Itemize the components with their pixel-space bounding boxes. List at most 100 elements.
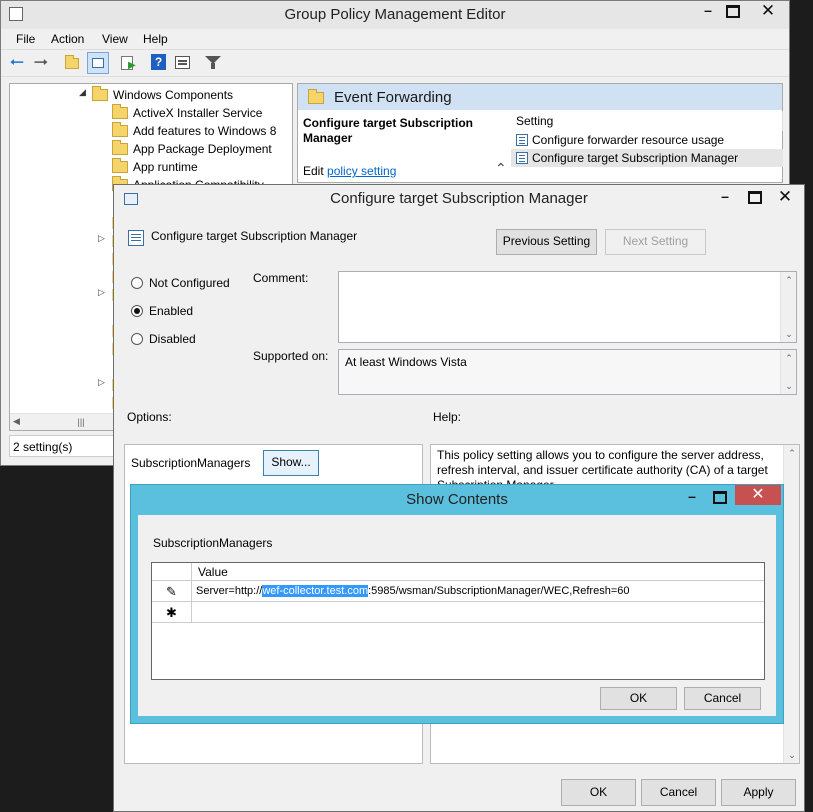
show-contents-dialog: Show Contents – ✕ SubscriptionManagers V… (130, 484, 784, 724)
policy-name: Configure target Subscription Manager (303, 116, 474, 145)
folder-icon (308, 89, 329, 105)
back-arrow-icon[interactable]: 🠀 (10, 54, 28, 72)
sc-cancel-button[interactable]: Cancel (684, 687, 761, 710)
folder-icon (112, 122, 128, 137)
edit-policy: Edit policy setting (303, 164, 396, 178)
scroll-up-icon[interactable]: ⌃ (781, 272, 797, 288)
gpme-titlebar[interactable]: Group Policy Management Editor – ✕ (1, 1, 789, 29)
collapsed-arrow-icon[interactable]: ▷ (98, 287, 105, 298)
new-row-asterisk-icon: ✱ (152, 602, 192, 623)
radio-disabled[interactable]: Disabled (131, 332, 196, 346)
folder-icon (112, 140, 128, 155)
tree-item-app-package[interactable]: App Package Deployment (112, 140, 272, 158)
values-grid[interactable]: Value ✎ Server=http://wef-collector.test… (151, 562, 765, 680)
comment-label: Comment: (253, 271, 309, 285)
menu-file[interactable]: File (16, 32, 35, 46)
comment-scrollbar[interactable]: ⌃ ⌄ (780, 272, 796, 342)
menu-view[interactable]: View (102, 32, 128, 46)
dialog-maximize-button[interactable] (738, 187, 772, 207)
previous-setting-button[interactable]: Previous Setting (496, 229, 597, 255)
tree-item-activex[interactable]: ActiveX Installer Service (112, 104, 262, 122)
comment-textarea[interactable]: ⌃ ⌄ (338, 271, 797, 343)
dialog-minimize-button[interactable]: – (708, 187, 742, 207)
supported-field: At least Windows Vista ⌃ ⌄ (338, 349, 797, 395)
setting-row-selected[interactable]: Configure target Subscription Manager (511, 149, 783, 167)
sc-minimize-button[interactable]: – (679, 487, 705, 507)
radio-icon (131, 277, 143, 289)
grid-header: Value (152, 563, 764, 581)
setting-icon (516, 133, 533, 147)
grid-new-row[interactable]: ✱ (152, 602, 764, 623)
pane-title: Event Forwarding (334, 89, 452, 106)
scroll-thumb[interactable]: ||| (70, 417, 92, 427)
show-contents-body: SubscriptionManagers Value ✎ Server=http… (138, 515, 776, 716)
cancel-button[interactable]: Cancel (641, 779, 716, 806)
filter-icon[interactable] (204, 54, 222, 72)
supported-label: Supported on: (253, 349, 329, 363)
radio-not-configured[interactable]: Not Configured (131, 276, 230, 290)
tree-item-app-runtime[interactable]: App runtime (112, 158, 198, 176)
show-button[interactable]: Show... (263, 450, 319, 476)
close-button[interactable]: ✕ (745, 1, 791, 21)
policy-dialog-titlebar[interactable]: Configure target Subscription Manager – … (114, 185, 804, 213)
policy-heading-icon (128, 230, 144, 246)
export-list-icon[interactable]: ▶ (119, 54, 137, 72)
policy-heading: Configure target Subscription Manager (151, 229, 358, 243)
expand-arrow-icon[interactable]: ◢ (79, 87, 86, 98)
option-name-label: SubscriptionManagers (131, 456, 251, 470)
folder-icon (112, 158, 128, 173)
ok-button[interactable]: OK (561, 779, 636, 806)
show-hide-tree-icon[interactable] (87, 52, 109, 74)
status-text: 2 setting(s) (13, 440, 73, 454)
row-header-corner (152, 563, 192, 581)
collapse-up-icon[interactable]: ⌃ (495, 160, 507, 177)
policy-dialog-title: Configure target Subscription Manager (330, 190, 588, 207)
gpme-title: Group Policy Management Editor (284, 6, 506, 23)
scroll-down-icon[interactable]: ⌄ (781, 378, 797, 394)
radio-enabled[interactable]: Enabled (131, 304, 193, 318)
supported-value: At least Windows Vista (345, 355, 467, 369)
event-forwarding-header: Event Forwarding (298, 84, 782, 110)
dialog-close-button[interactable]: ✕ (768, 187, 802, 207)
show-contents-titlebar[interactable]: Show Contents – ✕ (131, 485, 783, 513)
sc-close-button[interactable]: ✕ (735, 485, 781, 505)
selected-text: wef-collector.test.com (262, 585, 369, 597)
menu-help[interactable]: Help (143, 32, 168, 46)
scroll-up-icon[interactable]: ⌃ (781, 350, 797, 366)
tree-item-add-features[interactable]: Add features to Windows 8 (112, 122, 276, 140)
scroll-up-icon[interactable]: ⌃ (784, 445, 799, 461)
show-contents-label: SubscriptionManagers (153, 536, 273, 550)
help-icon[interactable]: ? (151, 54, 166, 70)
folder-icon (92, 86, 108, 101)
grid-row[interactable]: ✎ Server=http://wef-collector.test.com:5… (152, 581, 764, 602)
scroll-down-icon[interactable]: ⌄ (784, 747, 799, 763)
scroll-left-icon[interactable]: ◀ (13, 416, 20, 427)
folder-icon (112, 104, 128, 119)
collapsed-arrow-icon[interactable]: ▷ (98, 233, 105, 244)
menu-bar: File Action View Help (1, 29, 789, 49)
sc-ok-button[interactable]: OK (600, 687, 677, 710)
forward-arrow-icon[interactable]: 🠂 (34, 54, 52, 72)
sc-maximize-button[interactable] (707, 487, 733, 507)
radio-icon (131, 333, 143, 345)
properties-icon[interactable] (174, 54, 192, 72)
edit-prefix: Edit (303, 164, 324, 178)
supported-scrollbar[interactable]: ⌃ ⌄ (780, 350, 796, 394)
scroll-down-icon[interactable]: ⌄ (781, 326, 797, 342)
value-column-header[interactable]: Value (198, 565, 228, 579)
up-folder-icon[interactable] (65, 54, 83, 72)
next-setting-button[interactable]: Next Setting (605, 229, 706, 255)
tree-item-windows-components[interactable]: Windows Components (92, 86, 233, 104)
menu-action[interactable]: Action (51, 32, 84, 46)
policy-setting-link[interactable]: policy setting (327, 164, 396, 178)
collapsed-arrow-icon[interactable]: ▷ (98, 377, 105, 388)
options-label: Options: (127, 410, 172, 424)
help-scrollbar[interactable]: ⌃ ⌄ (783, 445, 799, 763)
apply-button[interactable]: Apply (721, 779, 796, 806)
setting-icon (516, 151, 533, 165)
edit-pencil-icon: ✎ (152, 581, 192, 602)
value-cell[interactable]: Server=http://wef-collector.test.com:598… (196, 585, 630, 597)
radio-icon (131, 305, 143, 317)
setting-row[interactable]: Configure forwarder resource usage (511, 131, 783, 149)
setting-column-header[interactable]: Setting (511, 111, 783, 131)
